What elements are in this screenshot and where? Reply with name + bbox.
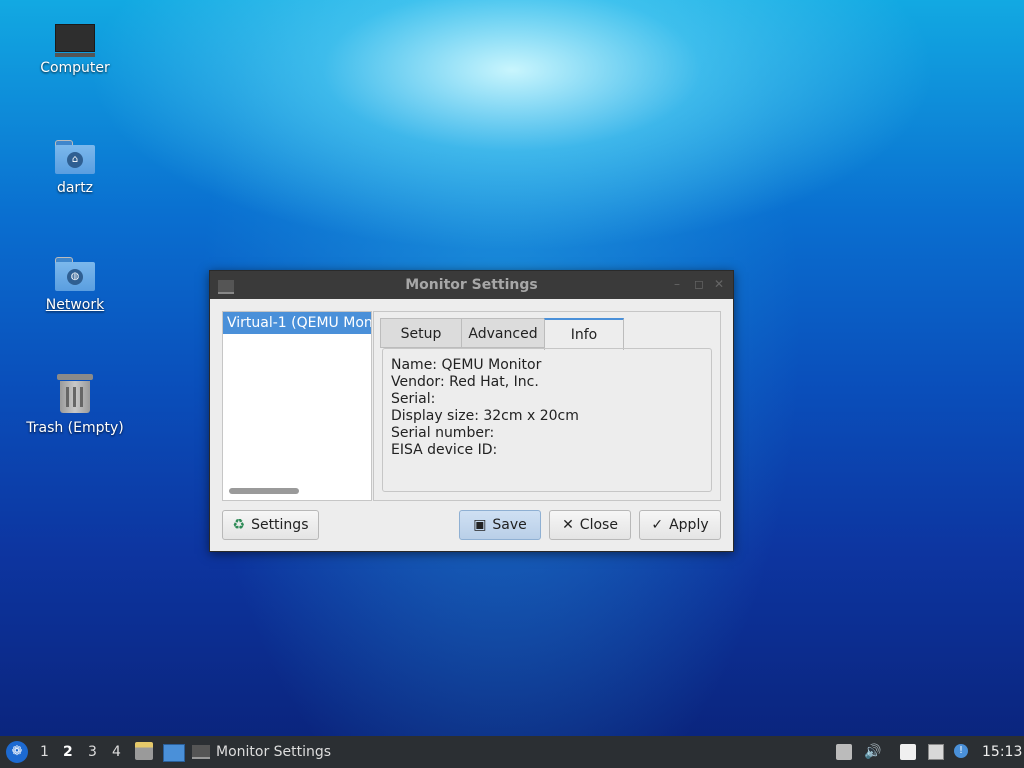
home-folder-icon: ⌂ — [55, 140, 95, 174]
tab-setup[interactable]: Setup — [380, 318, 462, 348]
minimize-icon[interactable]: – — [674, 277, 680, 291]
settings-button[interactable]: ♻ Settings — [222, 510, 319, 540]
close-icon[interactable]: ✕ — [714, 277, 724, 291]
taskbar-task-monitor-settings[interactable]: Monitor Settings — [192, 736, 392, 768]
dialog-title: Monitor Settings — [405, 277, 538, 293]
network-connection-icon[interactable] — [928, 744, 944, 760]
network-folder-icon: ◍ — [55, 257, 95, 291]
update-notification-icon[interactable]: ! — [954, 744, 968, 758]
info-panel: Name: QEMU Monitor Vendor: Red Hat, Inc.… — [382, 348, 712, 492]
clock[interactable]: 15:13 — [982, 736, 1022, 768]
recycle-icon: ♻ — [232, 517, 246, 533]
save-button[interactable]: ▣ Save — [459, 510, 541, 540]
desktop-icon-computer[interactable]: Computer — [20, 24, 130, 76]
list-horizontal-scrollbar[interactable] — [229, 488, 299, 494]
monitor-app-icon — [192, 745, 210, 759]
apply-button[interactable]: ✓ Apply — [639, 510, 721, 540]
desktop-icon-home-folder[interactable]: ⌂ dartz — [20, 140, 130, 196]
close-button[interactable]: ✕ Close — [549, 510, 631, 540]
trash-icon — [57, 374, 93, 414]
info-name: Name: QEMU Monitor — [391, 357, 542, 373]
monitor-list[interactable]: Virtual-1 (QEMU Monitor) — [222, 311, 372, 501]
taskbar: ❁ 1 2 3 4 Monitor Settings 🔊 ! 15:13 — [0, 736, 1024, 768]
info-vendor: Vendor: Red Hat, Inc. — [391, 374, 539, 390]
apply-button-label: Apply — [669, 517, 709, 533]
tab-info[interactable]: Info — [544, 318, 624, 350]
floppy-disk-icon: ▣ — [473, 517, 487, 533]
computer-icon — [55, 24, 95, 57]
info-eisa-device-id: EISA device ID: — [391, 442, 498, 458]
info-display-size: Display size: 32cm x 20cm — [391, 408, 579, 424]
workspace-1[interactable]: 1 — [40, 736, 49, 768]
dialog-titlebar[interactable]: Monitor Settings – ◻ ✕ — [210, 271, 733, 299]
workspace-2[interactable]: 2 — [63, 736, 73, 768]
volume-icon[interactable]: 🔊 — [864, 744, 881, 760]
close-button-label: Close — [579, 517, 618, 533]
task-label: Monitor Settings — [216, 744, 332, 760]
workspace-3[interactable]: 3 — [88, 736, 97, 768]
desktop-icon-trash[interactable]: Trash (Empty) — [20, 374, 130, 436]
desktop-icon-label: Network — [45, 297, 105, 313]
settings-button-label: Settings — [251, 517, 309, 533]
desktop-icon-label: Computer — [40, 60, 110, 76]
application-menu-icon[interactable]: ❁ — [6, 741, 28, 763]
desktop-icon-label: dartz — [56, 180, 94, 196]
info-serial: Serial: — [391, 391, 436, 407]
info-serial-number: Serial number: — [391, 425, 495, 441]
upload-arrow-icon[interactable] — [836, 744, 852, 760]
maximize-icon[interactable]: ◻ — [694, 277, 704, 291]
x-icon: ✕ — [562, 517, 574, 533]
show-desktop-icon[interactable] — [163, 744, 185, 762]
save-button-label: Save — [492, 517, 527, 533]
file-manager-icon[interactable] — [135, 742, 153, 760]
monitor-settings-dialog: Monitor Settings – ◻ ✕ Virtual-1 (QEMU M… — [209, 270, 734, 552]
monitor-list-item-virtual-1[interactable]: Virtual-1 (QEMU Monitor) — [223, 312, 371, 334]
desktop-icon-network[interactable]: ◍ Network — [20, 257, 130, 313]
tab-advanced[interactable]: Advanced — [461, 318, 545, 348]
monitor-tabs: Setup Advanced Info Name: QEMU Monitor V… — [373, 311, 721, 501]
workspace-4[interactable]: 4 — [112, 736, 121, 768]
desktop-icon-label: Trash (Empty) — [26, 420, 124, 436]
clipboard-icon[interactable] — [900, 744, 916, 760]
checkmark-icon: ✓ — [651, 517, 664, 533]
